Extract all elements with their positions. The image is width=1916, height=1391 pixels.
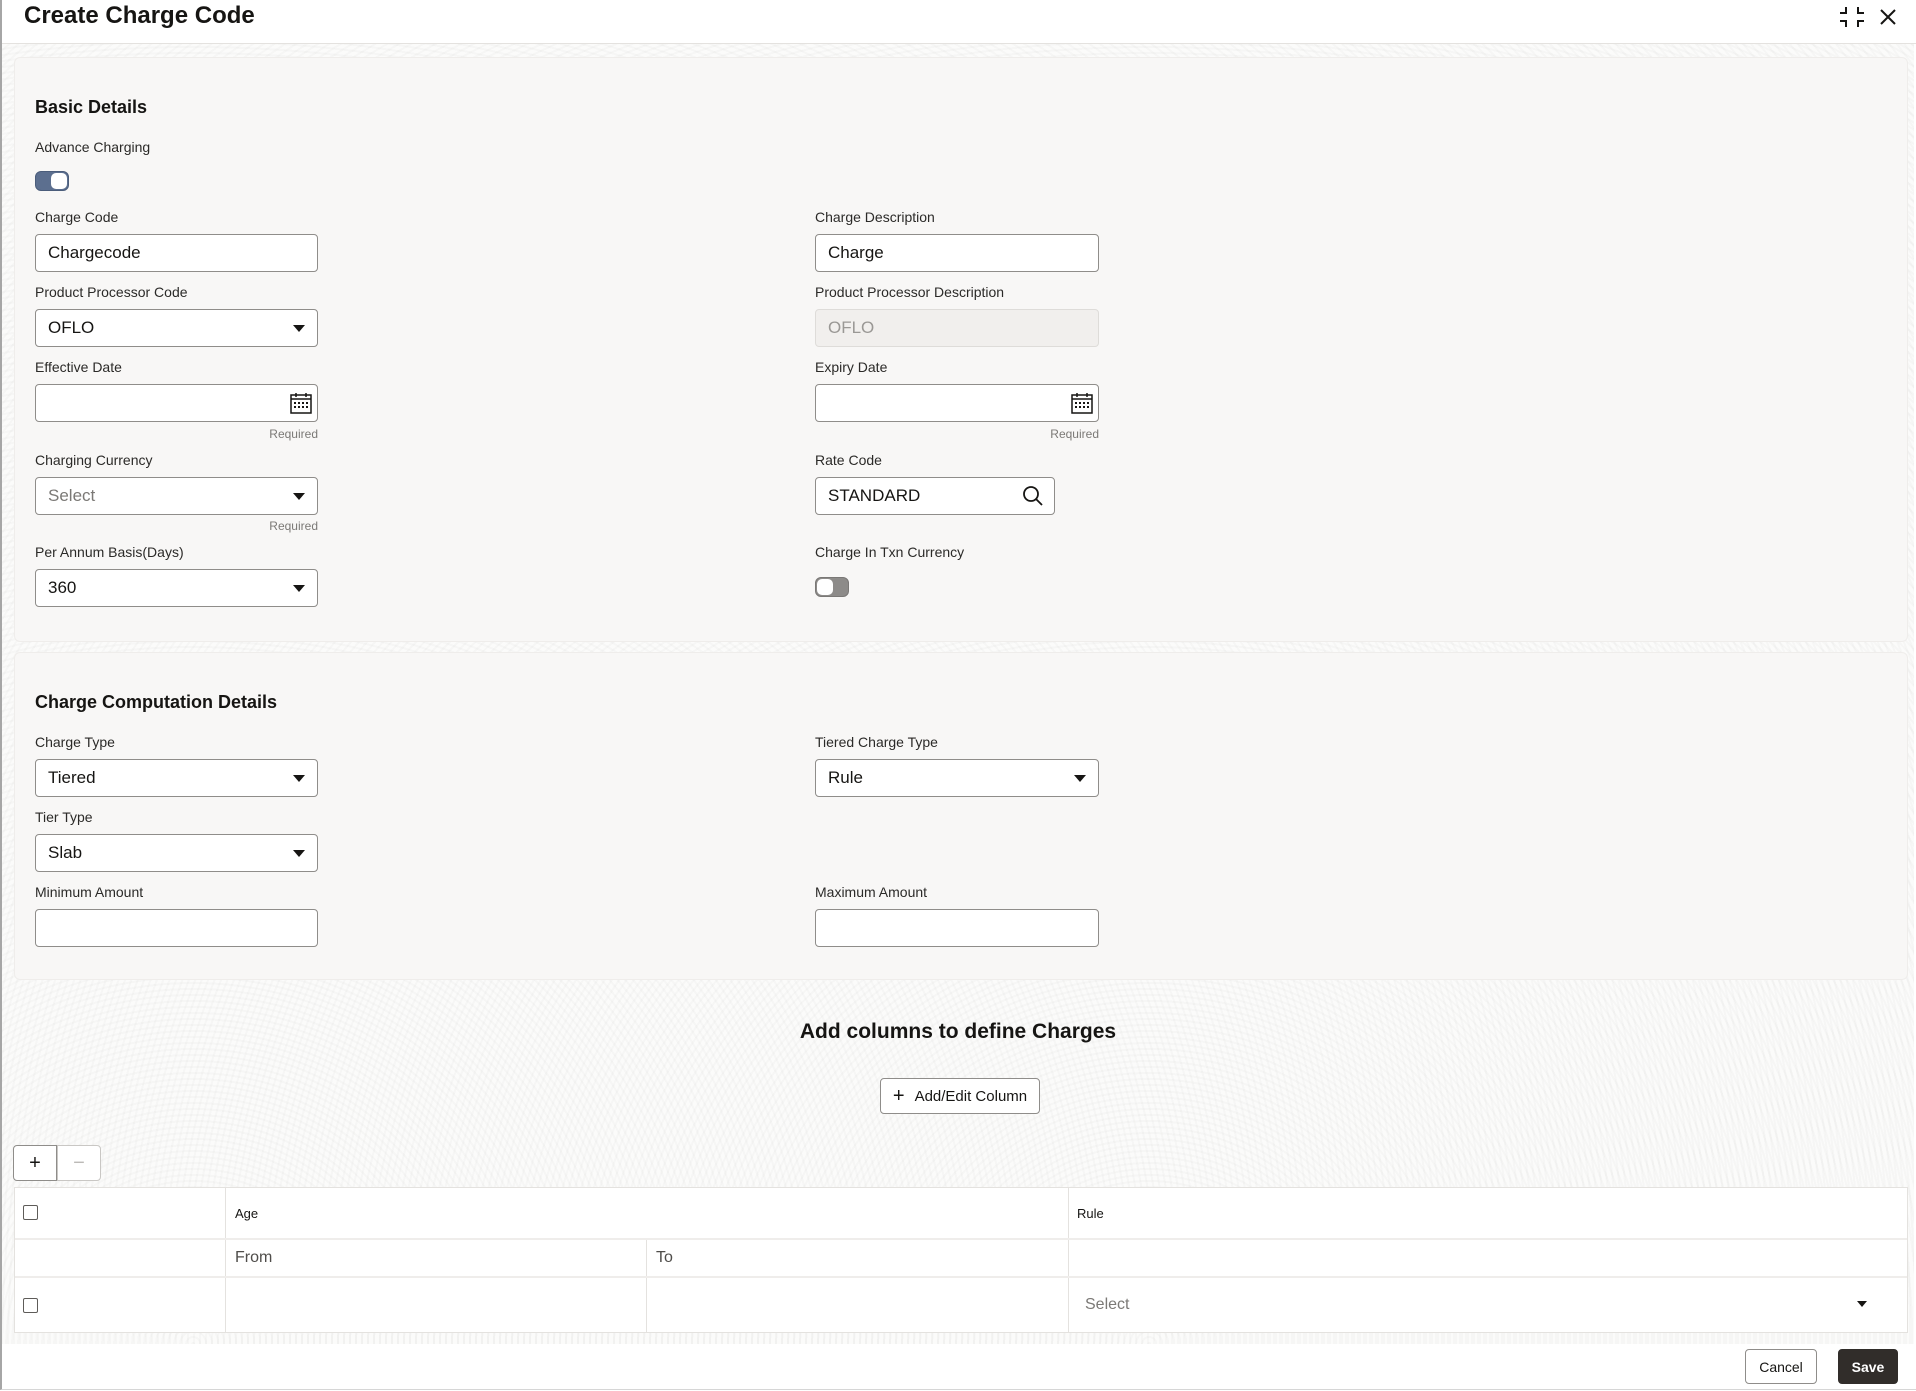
per-annum-basis-value: 360 [48, 578, 77, 597]
charge-computation-title: Charge Computation Details [35, 692, 278, 712]
to-cell[interactable] [646, 1278, 1068, 1332]
maximum-amount-label: Maximum Amount [815, 884, 928, 900]
charge-type-value: Tiered [48, 768, 96, 787]
per-annum-basis-label: Per Annum Basis(Days) [35, 544, 184, 560]
chevron-down-icon [293, 493, 305, 500]
advance-charging-label: Advance Charging [35, 139, 151, 155]
charge-in-txn-currency-toggle[interactable] [815, 577, 849, 597]
charge-code-input[interactable]: Chargecode [35, 234, 318, 272]
rate-code-label: Rate Code [815, 452, 882, 468]
header-to[interactable]: To [646, 1240, 1068, 1276]
dialog-header: Create Charge Code [2, 0, 1916, 44]
charging-currency-label: Charging Currency [35, 452, 153, 468]
charges-table: Age Rule From To Select [14, 1187, 1908, 1333]
chevron-down-icon [293, 775, 305, 782]
rate-code-value: STANDARD [828, 486, 921, 505]
dialog-title: Create Charge Code [24, 2, 255, 29]
charge-description-label: Charge Description [815, 209, 935, 225]
chevron-down-icon [293, 325, 305, 332]
add-row-button[interactable]: + [13, 1145, 57, 1181]
charge-in-txn-currency-label: Charge In Txn Currency [815, 544, 965, 560]
product-processor-description-label: Product Processor Description [815, 284, 1005, 300]
plus-icon: + [29, 1151, 41, 1174]
collapse-icon[interactable] [1838, 3, 1866, 31]
tiered-charge-type-select[interactable]: Rule [815, 759, 1099, 797]
product-processor-code-value: OFLO [48, 318, 95, 337]
chevron-down-icon [1074, 775, 1086, 782]
close-icon[interactable] [1874, 3, 1902, 31]
effective-date-label: Effective Date [35, 359, 122, 375]
from-cell[interactable] [225, 1278, 646, 1332]
add-edit-column-label: Add/Edit Column [914, 1087, 1028, 1105]
add-edit-column-button[interactable]: + Add/Edit Column [880, 1078, 1040, 1114]
minus-icon: − [73, 1151, 85, 1174]
header-rule-blank [1068, 1240, 1907, 1276]
plus-icon: + [892, 1084, 905, 1107]
product-processor-code-select[interactable]: OFLO [35, 309, 318, 347]
search-icon[interactable] [1022, 485, 1044, 507]
minimum-amount-label: Minimum Amount [35, 884, 144, 900]
header-rule[interactable]: Rule [1068, 1188, 1907, 1238]
save-button[interactable]: Save [1838, 1349, 1898, 1384]
table-subheader-row: From To [15, 1240, 1907, 1278]
row-checkbox[interactable] [23, 1298, 38, 1313]
header-from[interactable]: From [225, 1240, 646, 1276]
calendar-icon[interactable] [289, 391, 313, 415]
chevron-down-icon [293, 850, 305, 857]
effective-date-required-hint: Required [269, 427, 318, 441]
tier-type-value: Slab [48, 843, 83, 862]
expiry-date-input[interactable] [815, 384, 1099, 422]
maximum-amount-input[interactable] [815, 909, 1099, 947]
product-processor-code-label: Product Processor Code [35, 284, 188, 300]
tiered-charge-type-label: Tiered Charge Type [815, 734, 938, 750]
select-all-checkbox[interactable] [23, 1205, 38, 1220]
charging-currency-required-hint: Required [269, 519, 318, 533]
rate-code-input[interactable]: STANDARD [815, 477, 1055, 515]
tier-type-label: Tier Type [35, 809, 93, 825]
charge-type-select[interactable]: Tiered [35, 759, 318, 797]
per-annum-basis-select[interactable]: 360 [35, 569, 318, 607]
calendar-icon[interactable] [1070, 391, 1094, 415]
chevron-down-icon [1857, 1301, 1867, 1307]
expiry-date-label: Expiry Date [815, 359, 888, 375]
charge-description-input[interactable]: Charge [815, 234, 1099, 272]
charging-currency-placeholder: Select [48, 486, 96, 505]
charging-currency-select[interactable]: Select [35, 477, 318, 515]
expiry-date-required-hint: Required [1050, 427, 1099, 441]
tiered-charge-type-value: Rule [828, 768, 863, 787]
charge-code-label: Charge Code [35, 209, 119, 225]
table-row: Select [15, 1278, 1907, 1332]
add-columns-title: Add columns to define Charges [799, 1020, 1117, 1043]
rule-select-placeholder: Select [1085, 1296, 1130, 1313]
header-age[interactable]: Age [225, 1188, 1068, 1238]
minimum-amount-input[interactable] [35, 909, 318, 947]
chevron-down-icon [293, 585, 305, 592]
tier-type-select[interactable]: Slab [35, 834, 318, 872]
rule-select[interactable]: Select [1068, 1278, 1907, 1332]
effective-date-input[interactable] [35, 384, 318, 422]
table-header-row: Age Rule [15, 1188, 1907, 1240]
charge-type-label: Charge Type [35, 734, 115, 750]
remove-row-button[interactable]: − [57, 1145, 101, 1181]
basic-details-title: Basic Details [35, 97, 148, 117]
product-processor-description-input: OFLO [815, 309, 1099, 347]
advance-charging-toggle[interactable] [35, 171, 69, 191]
cancel-button[interactable]: Cancel [1745, 1349, 1817, 1384]
